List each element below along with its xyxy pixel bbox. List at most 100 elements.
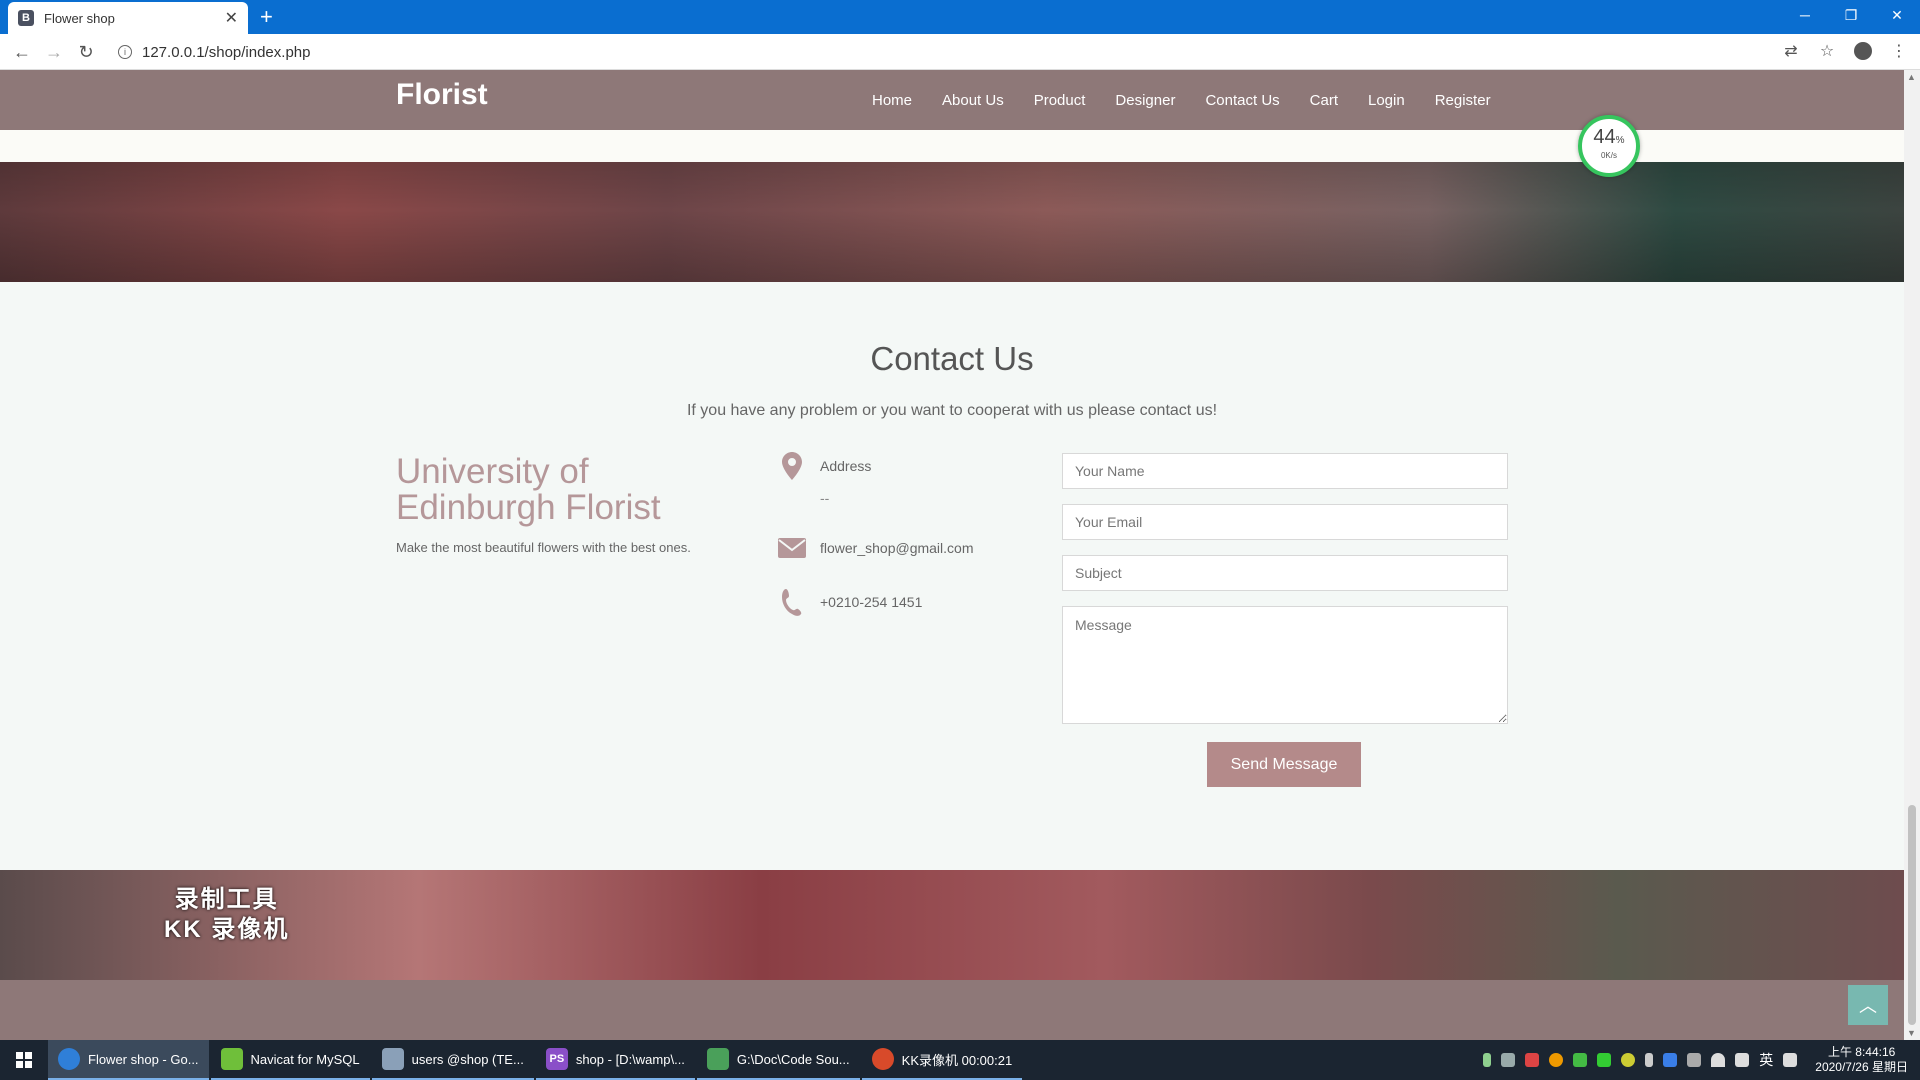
- site-footer: [0, 980, 1904, 1040]
- watermark-line1: 录制工具: [174, 886, 279, 913]
- app-tray-icon[interactable]: [1573, 1053, 1588, 1067]
- security-shield-icon[interactable]: [1525, 1053, 1540, 1067]
- menu-login[interactable]: Login: [1368, 92, 1405, 109]
- speed-percent-sign: %: [1615, 135, 1625, 146]
- url-field[interactable]: i 127.0.0.1/shop/index.php: [112, 39, 1772, 65]
- speed-percent: 44: [1593, 126, 1616, 148]
- email-text[interactable]: flower_shop@gmail.com: [820, 540, 974, 556]
- wifi-icon[interactable]: [1711, 1053, 1726, 1067]
- url-text: 127.0.0.1/shop/index.php: [142, 43, 311, 61]
- sync-icon[interactable]: [1549, 1053, 1564, 1067]
- network-drive-icon[interactable]: [1501, 1053, 1516, 1067]
- keyboard-grid-icon[interactable]: [1783, 1053, 1798, 1067]
- navicat-icon: [220, 1048, 243, 1070]
- info-icon[interactable]: i: [118, 45, 132, 59]
- taskbar-item-folder[interactable]: G:\Doc\Code Sou...: [696, 1040, 860, 1080]
- display-icon[interactable]: [1687, 1053, 1702, 1067]
- phone-row: +0210-254 1451: [778, 588, 922, 616]
- hero-banner-shade: [0, 162, 1904, 282]
- taskbar-label: Navicat for MySQL: [250, 1051, 360, 1067]
- taskbar-item-phpstorm[interactable]: PS shop - [D:\wamp\...: [535, 1040, 695, 1080]
- close-tab-icon[interactable]: ✕: [225, 8, 238, 28]
- menu-designer[interactable]: Designer: [1115, 92, 1175, 109]
- windows-start-icon[interactable]: [0, 1040, 48, 1080]
- browser-tab[interactable]: B Flower shop ✕: [8, 2, 248, 34]
- address-row: Address: [778, 452, 871, 480]
- menu-about-us[interactable]: About Us: [942, 92, 1004, 109]
- back-icon[interactable]: ←: [10, 40, 34, 64]
- scrollbar-thumb[interactable]: [1908, 805, 1916, 1025]
- page-viewport: Florist Home About Us Product Designer C…: [0, 70, 1904, 1040]
- window-controls: ─ ❐ ✕: [1782, 0, 1920, 30]
- address-bar: ← → ↻ i 127.0.0.1/shop/index.php ⇄ ☆ ⋮: [0, 34, 1920, 70]
- database-table-icon: [381, 1048, 404, 1070]
- taskbar-item-navicat[interactable]: Navicat for MySQL: [210, 1040, 370, 1080]
- scroll-up-icon[interactable]: ▲: [1907, 72, 1916, 82]
- taskbar-label: G:\Doc\Code Sou...: [736, 1051, 850, 1067]
- windows-taskbar: Flower shop - Go... Navicat for MySQL us…: [0, 1040, 1920, 1080]
- usb-icon[interactable]: [1645, 1053, 1654, 1067]
- menu-cart[interactable]: Cart: [1310, 92, 1338, 109]
- profile-icon[interactable]: [1852, 40, 1874, 62]
- taskbar-item-kk-recorder[interactable]: KK录像机 00:00:21: [861, 1040, 1023, 1080]
- forward-icon[interactable]: →: [42, 40, 66, 64]
- menu-dots-icon[interactable]: ⋮: [1888, 40, 1910, 62]
- address-label: Address: [820, 458, 872, 474]
- phpstorm-icon: PS: [545, 1048, 568, 1070]
- message-textarea[interactable]: [1062, 606, 1508, 724]
- taskbar-label: Flower shop - Go...: [88, 1051, 199, 1067]
- clock-date: 2020/7/26 星期日: [1815, 1060, 1908, 1074]
- bluetooth-icon[interactable]: [1663, 1053, 1678, 1067]
- battery-icon[interactable]: [1483, 1053, 1492, 1067]
- bookmark-star-icon[interactable]: ☆: [1816, 40, 1838, 62]
- new-tab-icon[interactable]: +: [260, 4, 273, 30]
- network-speed-widget[interactable]: 44% 0K/s: [1578, 115, 1640, 177]
- menu-product[interactable]: Product: [1034, 92, 1086, 109]
- watermark-line2: KK 录像机: [164, 916, 290, 943]
- org-tagline: Make the most beautiful flowers with the…: [396, 540, 691, 555]
- address-value: --: [820, 490, 830, 506]
- taskbar-item-chrome[interactable]: Flower shop - Go...: [48, 1040, 209, 1080]
- send-message-button[interactable]: Send Message: [1207, 742, 1361, 787]
- site-brand[interactable]: Florist: [396, 78, 488, 112]
- taskbar-label: shop - [D:\wamp\...: [575, 1051, 685, 1067]
- mute-volume-icon[interactable]: [1735, 1053, 1750, 1067]
- email-row: flower_shop@gmail.com: [778, 534, 974, 562]
- scroll-down-icon[interactable]: ▼: [1907, 1028, 1916, 1038]
- favicon-icon: B: [18, 10, 34, 26]
- taskbar-label: users @shop (TE...: [411, 1051, 524, 1067]
- menu-register[interactable]: Register: [1435, 92, 1491, 109]
- taskbar-label: KK录像机 00:00:21: [901, 1052, 1013, 1068]
- chat-icon[interactable]: [1621, 1053, 1636, 1067]
- translate-icon[interactable]: ⇄: [1780, 40, 1802, 62]
- system-clock[interactable]: 上午 8:44:16 2020/7/26 星期日: [1815, 1045, 1908, 1075]
- wechat-icon[interactable]: [1597, 1053, 1612, 1067]
- tab-title: Flower shop: [44, 10, 115, 26]
- recorder-watermark: 录制工具 KK 录像机: [164, 885, 289, 945]
- subject-input[interactable]: [1062, 555, 1508, 591]
- editor-icon: [706, 1048, 729, 1070]
- page-scrollbar[interactable]: ▲ ▼: [1904, 70, 1920, 1040]
- contact-form: [1062, 453, 1508, 739]
- ime-indicator[interactable]: 英: [1759, 1050, 1773, 1070]
- chrome-icon: [58, 1048, 80, 1070]
- recorder-icon: [871, 1048, 894, 1070]
- contact-title: Contact Us: [870, 340, 1034, 377]
- close-window-icon[interactable]: ✕: [1874, 0, 1920, 30]
- chevron-up-icon: ︿: [1859, 996, 1877, 1016]
- taskbar-item-users-table[interactable]: users @shop (TE...: [371, 1040, 534, 1080]
- back-to-top-button[interactable]: ︿: [1848, 985, 1888, 1025]
- restore-icon[interactable]: ❐: [1828, 0, 1874, 30]
- map-pin-icon: [778, 452, 806, 480]
- email-input[interactable]: [1062, 504, 1508, 540]
- clock-time: 上午 8:44:16: [1827, 1045, 1896, 1059]
- menu-contact-us[interactable]: Contact Us: [1205, 92, 1279, 109]
- contact-subtitle: If you have any problem or you want to c…: [686, 402, 1218, 419]
- minimize-icon[interactable]: ─: [1782, 0, 1828, 30]
- name-input[interactable]: [1062, 453, 1508, 489]
- reload-icon[interactable]: ↻: [74, 40, 98, 64]
- menu-home[interactable]: Home: [872, 92, 912, 109]
- browser-tab-bar: B Flower shop ✕ + ─ ❐ ✕: [0, 0, 1920, 34]
- phone-text: +0210-254 1451: [820, 594, 923, 610]
- main-menu: Home About Us Product Designer Contact U…: [872, 92, 1521, 109]
